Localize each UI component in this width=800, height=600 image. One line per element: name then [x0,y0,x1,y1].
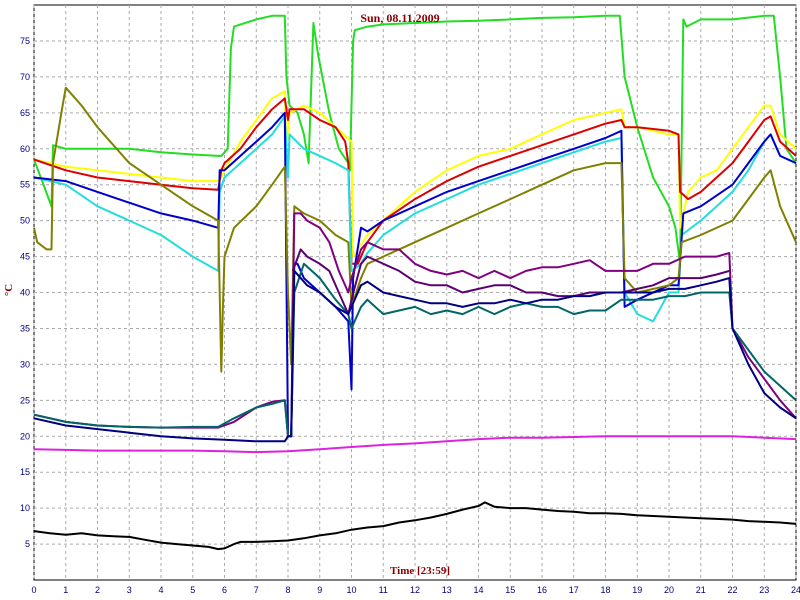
y-tick-label: 45 [20,252,30,262]
x-tick-label: 3 [127,585,132,595]
x-tick-label: 0 [31,585,36,595]
x-tick-label: 9 [317,585,322,595]
y-tick-label: 20 [20,431,30,441]
chart-title: Sun, 08.11.2009 [360,11,439,25]
y-tick-label: 50 [20,216,30,226]
y-tick-label: 65 [20,108,30,118]
y-axis-label: °C [3,284,15,296]
x-axis-label: Time [23:59] [390,565,450,577]
y-tick-label: 55 [20,180,30,190]
y-tick-label: 40 [20,288,30,298]
y-tick-label: 60 [20,144,30,154]
x-tick-label: 21 [696,585,706,595]
y-tick-label: 30 [20,359,30,369]
x-tick-label: 14 [473,585,483,595]
x-tick-label: 7 [254,585,259,595]
x-tick-label: 10 [346,585,356,595]
x-tick-label: 15 [505,585,515,595]
x-tick-label: 16 [537,585,547,595]
x-tick-label: 6 [222,585,227,595]
x-tick-label: 20 [664,585,674,595]
x-tick-label: 5 [190,585,195,595]
x-tick-label: 19 [632,585,642,595]
x-tick-label: 17 [569,585,579,595]
x-tick-label: 22 [727,585,737,595]
x-tick-label: 8 [285,585,290,595]
x-tick-label: 12 [410,585,420,595]
y-tick-label: 10 [20,503,30,513]
y-tick-label: 75 [20,36,30,46]
x-tick-label: 4 [158,585,163,595]
x-tick-label: 1 [63,585,68,595]
x-tick-label: 2 [95,585,100,595]
y-tick-label: 35 [20,323,30,333]
y-tick-label: 70 [20,72,30,82]
x-tick-label: 18 [600,585,610,595]
x-tick-label: 11 [379,585,388,595]
y-tick-label: 25 [20,395,30,405]
y-tick-label: 15 [20,467,30,477]
x-tick-label: 13 [442,585,452,595]
x-tick-label: 23 [759,585,769,595]
x-tick-label: 24 [791,585,800,595]
temperature-line-chart: 0 1 2 3 4 5 6 7 8 9 10 11 12 13 14 15 16 17 18 19 20 21 22 23 24… [3,4,800,595]
y-tick-label: 5 [25,539,30,549]
